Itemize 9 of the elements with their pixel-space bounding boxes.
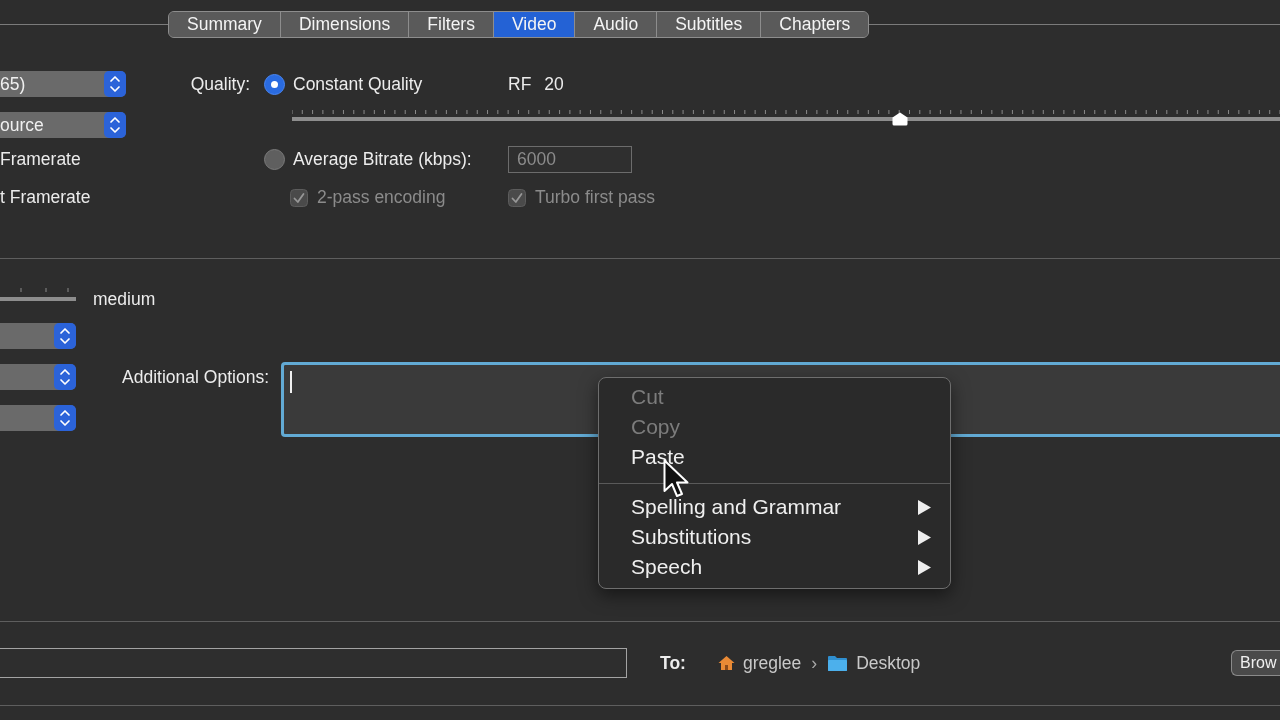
destination-label: To: <box>660 652 686 674</box>
preset-value: medium <box>93 288 156 310</box>
framerate-option-label: Framerate <box>0 149 81 170</box>
path-separator: › <box>811 652 818 674</box>
rf-value: 20 <box>544 73 564 95</box>
rf-label: RF <box>508 73 532 95</box>
quality-label: Quality: <box>190 73 250 95</box>
additional-options-label: Additional Options: <box>122 366 269 388</box>
framerate-option-label: t Framerate <box>0 187 91 208</box>
